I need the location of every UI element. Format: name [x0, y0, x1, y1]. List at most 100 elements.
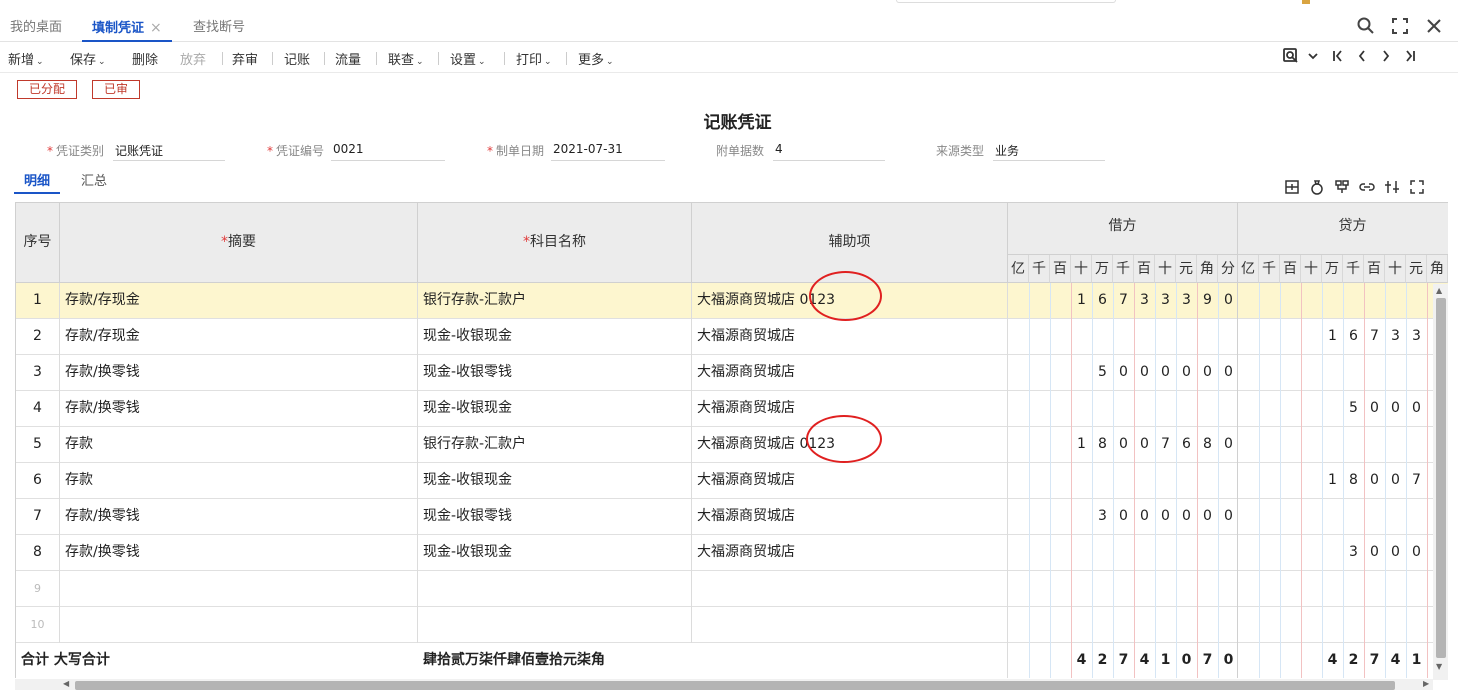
- table-row[interactable]: 2存款/存现金现金-收银现金大福源商贸城店1673339: [16, 319, 1448, 355]
- aux-cell[interactable]: [692, 607, 1008, 643]
- toolbar-button[interactable]: 流量: [335, 49, 361, 68]
- toolbar-button[interactable]: 新增 ⌄: [8, 49, 44, 68]
- toolbar-button[interactable]: 打印 ⌄: [516, 49, 552, 68]
- amount-digit: 0: [1161, 364, 1170, 380]
- voucher-number-input[interactable]: 0021: [331, 142, 445, 161]
- summary-cell[interactable]: [60, 571, 418, 607]
- scroll-right-icon[interactable]: ▶: [1423, 679, 1429, 688]
- toolbar-button[interactable]: 更多 ⌄: [578, 49, 614, 68]
- voucher-date-input[interactable]: 2021-07-31: [551, 142, 665, 161]
- scroll-left-icon[interactable]: ◀: [63, 679, 69, 688]
- attachment-count-input[interactable]: 4: [773, 142, 885, 161]
- aux-cell[interactable]: [692, 571, 1008, 607]
- adjust-columns-icon[interactable]: [1384, 179, 1400, 195]
- toolbar-button[interactable]: 设置 ⌄: [450, 49, 486, 68]
- scroll-thumb[interactable]: [1436, 298, 1446, 658]
- close-icon[interactable]: ×: [150, 20, 162, 36]
- scroll-down-icon[interactable]: ▼: [1436, 662, 1442, 671]
- summary-cell[interactable]: 存款/换零钱: [60, 535, 418, 571]
- expand-icon[interactable]: [1409, 179, 1425, 195]
- table-row[interactable]: 10: [16, 607, 1448, 643]
- digit-unit-header: 十: [1155, 255, 1176, 283]
- toolbar-button[interactable]: 放弃: [180, 49, 206, 68]
- vertical-scrollbar[interactable]: ▲ ▼: [1433, 284, 1448, 680]
- tab-summary[interactable]: 汇总: [81, 170, 107, 189]
- prev-page-icon[interactable]: [1354, 47, 1372, 67]
- toolbar-button[interactable]: 记账: [284, 49, 310, 68]
- account-cell[interactable]: 银行存款-汇款户: [418, 283, 692, 319]
- row-index[interactable]: 6: [16, 463, 60, 499]
- summary-cell[interactable]: 存款/换零钱: [60, 391, 418, 427]
- toolbar-button[interactable]: 弃审: [232, 49, 258, 68]
- close-window-icon[interactable]: [1424, 16, 1446, 38]
- first-page-icon[interactable]: [1330, 47, 1348, 67]
- table-row[interactable]: 1 存款/存现金 银行存款-汇款户 大福源商贸城店 0123 1 6 7 3 3 3 9 0: [16, 283, 1448, 319]
- summary-cell[interactable]: [60, 607, 418, 643]
- row-index[interactable]: 4: [16, 391, 60, 427]
- money-bag-icon[interactable]: [1309, 179, 1325, 195]
- row-index[interactable]: 9: [16, 571, 60, 607]
- aux-cell[interactable]: 大福源商贸城店: [692, 355, 1008, 391]
- aux-cell[interactable]: 大福源商贸城店: [692, 499, 1008, 535]
- account-cell[interactable]: 现金-收银现金: [418, 535, 692, 571]
- toolbar-button[interactable]: 删除: [132, 49, 158, 68]
- voucher-category-input[interactable]: 记账凭证: [113, 142, 225, 161]
- summary-cell[interactable]: 存款: [60, 463, 418, 499]
- account-cell[interactable]: 现金-收银现金: [418, 463, 692, 499]
- last-page-icon[interactable]: [1402, 47, 1420, 67]
- next-page-icon[interactable]: [1378, 47, 1396, 67]
- row-index[interactable]: 5: [16, 427, 60, 463]
- aux-cell[interactable]: 大福源商贸城店: [692, 463, 1008, 499]
- account-cell[interactable]: 现金-收银现金: [418, 391, 692, 427]
- digit-unit-header: 元: [1406, 255, 1427, 283]
- amount-digit: 0: [1391, 400, 1400, 416]
- amount-digit: 5: [1349, 400, 1358, 416]
- search-icon[interactable]: [1356, 16, 1378, 38]
- account-cell[interactable]: [418, 607, 692, 643]
- digit-separator: [1385, 283, 1386, 678]
- scroll-thumb[interactable]: [75, 681, 1395, 690]
- summary-cell[interactable]: 存款: [60, 427, 418, 463]
- account-cell[interactable]: 银行存款-汇款户: [418, 427, 692, 463]
- aux-cell[interactable]: 大福源商贸城店: [692, 319, 1008, 355]
- row-index[interactable]: 10: [16, 607, 60, 643]
- toolbar-button[interactable]: 保存 ⌄: [70, 49, 106, 68]
- tab-find-gaps[interactable]: 查找断号: [193, 16, 245, 42]
- source-type-input[interactable]: 业务: [993, 142, 1105, 161]
- link-icon[interactable]: [1359, 179, 1375, 195]
- toolbar-button[interactable]: 联查 ⌄: [388, 49, 424, 68]
- amount-digit: 0: [1224, 436, 1233, 452]
- row-index[interactable]: 1: [16, 283, 60, 319]
- org-chart-icon[interactable]: [1334, 179, 1350, 195]
- table-row[interactable]: 3 存款/换零钱 现金-收银零钱 大福源商贸城店 5 0 0 0 0 0 0: [16, 355, 1448, 391]
- row-index[interactable]: 3: [16, 355, 60, 391]
- horizontal-scrollbar[interactable]: ◀ ▶: [15, 679, 1433, 690]
- aux-cell[interactable]: 大福源商贸城店: [692, 535, 1008, 571]
- table-row[interactable]: 6存款现金-收银现金大福源商贸城店1800768: [16, 463, 1448, 499]
- summary-cell[interactable]: 存款/存现金: [60, 319, 418, 355]
- table-row[interactable]: 9: [16, 571, 1448, 607]
- row-index[interactable]: 7: [16, 499, 60, 535]
- account-cell[interactable]: 现金-收银现金: [418, 319, 692, 355]
- account-cell[interactable]: 现金-收银零钱: [418, 355, 692, 391]
- chevron-down-icon[interactable]: [1306, 47, 1324, 67]
- summary-cell[interactable]: 存款/换零钱: [60, 355, 418, 391]
- tab-voucher-entry[interactable]: 填制凭证 ×: [82, 16, 172, 42]
- amount-digit: 0: [1391, 472, 1400, 488]
- row-index[interactable]: 2: [16, 319, 60, 355]
- tab-detail[interactable]: 明细: [24, 170, 50, 189]
- fullscreen-icon[interactable]: [1390, 16, 1412, 38]
- account-cell[interactable]: 现金-收银零钱: [418, 499, 692, 535]
- summary-cell[interactable]: 存款/存现金: [60, 283, 418, 319]
- table-row[interactable]: 8存款/换零钱现金-收银现金大福源商贸城店300000: [16, 535, 1448, 571]
- insert-row-icon[interactable]: [1284, 179, 1300, 195]
- scroll-up-icon[interactable]: ▲: [1436, 286, 1442, 295]
- summary-cell[interactable]: 存款/换零钱: [60, 499, 418, 535]
- row-index[interactable]: 8: [16, 535, 60, 571]
- account-cell[interactable]: [418, 571, 692, 607]
- tab-desktop[interactable]: 我的桌面: [10, 16, 62, 42]
- preview-icon[interactable]: [1282, 47, 1300, 67]
- table-row[interactable]: 7 存款/换零钱 现金-收银零钱 大福源商贸城店 3 0 0 0 0 0 0: [16, 499, 1448, 535]
- table-row[interactable]: 4存款/换零钱现金-收银现金大福源商贸城店500000: [16, 391, 1448, 427]
- table-row[interactable]: 5 存款 银行存款-汇款户 大福源商贸城店 0123 1 8 0 0 7 6 8 0: [16, 427, 1448, 463]
